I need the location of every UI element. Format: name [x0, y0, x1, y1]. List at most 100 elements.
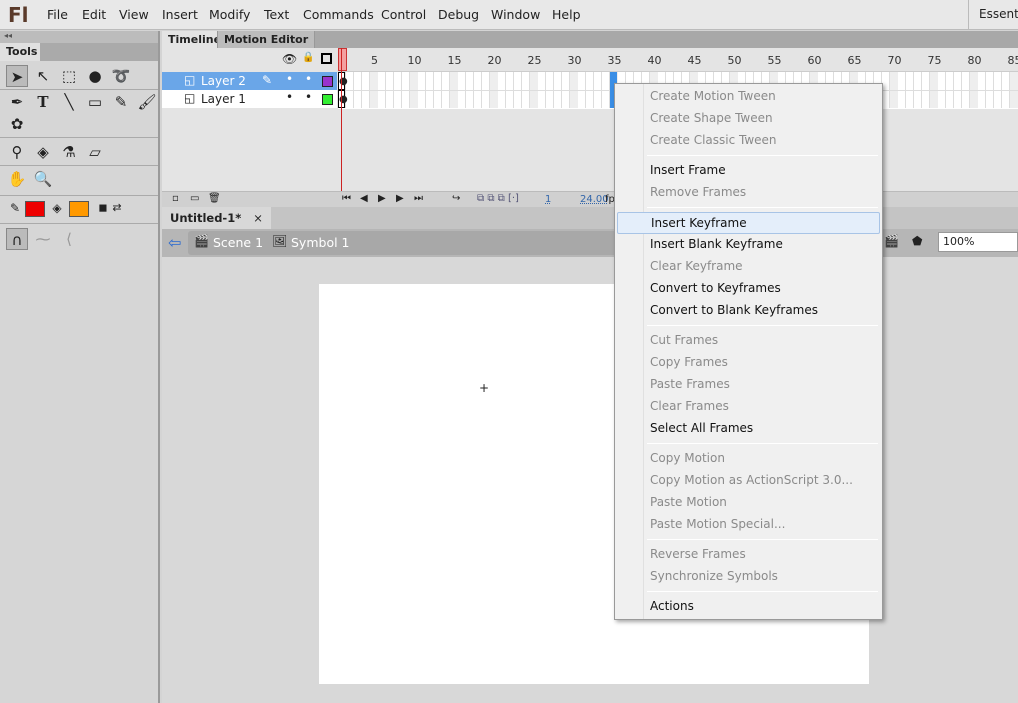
3d-rotation-tool-icon[interactable]: ●: [84, 65, 106, 87]
workspace-switcher[interactable]: Essentials: [968, 0, 1018, 30]
menu-item-clear-frames[interactable]: Clear Frames: [617, 396, 880, 418]
menu-item-create-classic-tween[interactable]: Create Classic Tween: [617, 130, 880, 152]
paint-bucket-tool-icon[interactable]: ◈: [32, 141, 54, 163]
menu-item-convert-to-blank-keyframes[interactable]: Convert to Blank Keyframes: [617, 300, 880, 322]
menu-item-cut-frames[interactable]: Cut Frames: [617, 330, 880, 352]
playhead-marker[interactable]: [338, 48, 347, 71]
menu-item-create-motion-tween[interactable]: Create Motion Tween: [617, 86, 880, 108]
snap-to-objects-icon[interactable]: ∩: [6, 228, 28, 250]
tools-tab[interactable]: Tools: [0, 43, 40, 61]
menu-item-clear-keyframe[interactable]: Clear Keyframe: [617, 256, 880, 278]
menu-item-create-shape-tween[interactable]: Create Shape Tween: [617, 108, 880, 130]
eye-icon[interactable]: 👁: [282, 52, 297, 66]
menu-item-paste-motion[interactable]: Paste Motion: [617, 492, 880, 514]
menu-help[interactable]: Help: [552, 7, 581, 22]
menu-insert[interactable]: Insert: [162, 7, 198, 22]
lock-icon[interactable]: 🔒: [302, 52, 314, 63]
menu-control[interactable]: Control: [381, 7, 426, 22]
visibility-dot[interactable]: •: [286, 72, 293, 86]
text-tool-icon[interactable]: T: [32, 91, 54, 113]
layer-name[interactable]: Layer 1: [201, 92, 246, 106]
rectangle-tool-icon[interactable]: ▭: [84, 91, 106, 113]
menu-item-reverse-frames[interactable]: Reverse Frames: [617, 544, 880, 566]
play-icon[interactable]: ▶: [378, 193, 386, 204]
stroke-color-swatch[interactable]: [25, 201, 45, 217]
pencil-tool-icon[interactable]: ✎: [110, 91, 132, 113]
selection-tool-icon[interactable]: ➤: [6, 65, 28, 87]
delete-layer-icon[interactable]: 🗑: [208, 193, 221, 204]
smooth-icon[interactable]: ⁓: [32, 228, 54, 250]
step-back-icon[interactable]: ◀: [360, 193, 368, 204]
new-layer-icon[interactable]: ▫: [172, 193, 179, 204]
subselection-tool-icon[interactable]: ↖: [32, 65, 54, 87]
swap-colors-icon[interactable]: ⇄: [106, 197, 128, 219]
registration-point-icon: +: [479, 381, 490, 395]
ruler-label: 35: [607, 54, 622, 67]
document-tab[interactable]: Untitled-1* ×: [162, 207, 271, 229]
free-transform-tool-icon[interactable]: ⬚: [58, 65, 80, 87]
zoom-tool-icon[interactable]: 🔍: [32, 168, 54, 190]
last-frame-icon[interactable]: ⏭: [414, 193, 423, 204]
current-frame[interactable]: 1: [545, 194, 551, 205]
menu-item-select-all-frames[interactable]: Select All Frames: [617, 418, 880, 440]
menu-commands[interactable]: Commands: [303, 7, 374, 22]
tab-motion-editor[interactable]: Motion Editor: [217, 31, 316, 48]
fill-color-swatch[interactable]: [69, 201, 89, 217]
new-folder-icon[interactable]: ▭: [190, 193, 199, 204]
menu-item-copy-motion-as-actionscript-3-0[interactable]: Copy Motion as ActionScript 3.0...: [617, 470, 880, 492]
edit-symbols-icon[interactable]: ⬟: [912, 234, 922, 248]
menu-item-insert-keyframe[interactable]: Insert Keyframe: [617, 212, 880, 234]
pencil-icon: ✎: [262, 73, 273, 87]
menu-modify[interactable]: Modify: [209, 7, 250, 22]
layer-icon: ◱: [184, 73, 196, 87]
menu-item-actions[interactable]: Actions: [617, 596, 880, 618]
layer-row[interactable]: ◱ Layer 1 • •: [162, 90, 337, 108]
deco-tool-icon[interactable]: ✿: [6, 113, 28, 135]
menu-item-remove-frames[interactable]: Remove Frames: [617, 182, 880, 204]
loop-icon[interactable]: ↪: [452, 193, 460, 204]
menu-item-insert-blank-keyframe[interactable]: Insert Blank Keyframe: [617, 234, 880, 256]
menu-item-copy-motion[interactable]: Copy Motion: [617, 448, 880, 470]
menu-item-insert-frame[interactable]: Insert Frame: [617, 160, 880, 182]
back-arrow-icon[interactable]: ⇦: [168, 233, 181, 252]
menu-item-synchronize-symbols[interactable]: Synchronize Symbols: [617, 566, 880, 588]
frame-ruler[interactable]: 1510152025303540455055606570758085: [338, 48, 1018, 72]
layer-row[interactable]: ◱ Layer 2 ✎ • •: [162, 72, 337, 90]
menu-text[interactable]: Text: [264, 7, 289, 22]
visibility-dot[interactable]: •: [286, 90, 293, 104]
layer-color-swatch[interactable]: [322, 94, 333, 105]
bone-tool-icon[interactable]: ⚲: [6, 141, 28, 163]
menu-edit[interactable]: Edit: [82, 7, 106, 22]
menu-view[interactable]: View: [119, 7, 149, 22]
menu-item-copy-frames[interactable]: Copy Frames: [617, 352, 880, 374]
eyedropper-tool-icon[interactable]: ⚗: [58, 141, 80, 163]
menu-item-convert-to-keyframes[interactable]: Convert to Keyframes: [617, 278, 880, 300]
line-tool-icon[interactable]: ╲: [58, 91, 80, 113]
zoom-input[interactable]: 100%: [938, 232, 1018, 252]
hand-tool-icon[interactable]: ✋: [6, 168, 28, 190]
straighten-icon[interactable]: ⟨: [58, 228, 80, 250]
ruler-label: 70: [887, 54, 902, 67]
first-frame-icon[interactable]: ⏮: [342, 193, 351, 204]
lock-dot[interactable]: •: [305, 72, 312, 86]
menu-file[interactable]: File: [47, 7, 68, 22]
menu-debug[interactable]: Debug: [438, 7, 479, 22]
menu-item-paste-frames[interactable]: Paste Frames: [617, 374, 880, 396]
menu-window[interactable]: Window: [491, 7, 540, 22]
menu-item-paste-motion-special[interactable]: Paste Motion Special...: [617, 514, 880, 536]
collapse-panel-icon[interactable]: ◂◂: [0, 31, 158, 43]
brush-tool-icon[interactable]: 🖌: [136, 91, 158, 113]
step-forward-icon[interactable]: ▶: [396, 193, 404, 204]
breadcrumb-scene[interactable]: Scene 1: [213, 235, 263, 250]
layer-color-swatch[interactable]: [322, 76, 333, 87]
edit-scene-icon[interactable]: 🎬: [884, 234, 899, 248]
breadcrumb-symbol[interactable]: Symbol 1: [291, 235, 350, 250]
close-tab-icon[interactable]: ×: [253, 211, 263, 225]
lasso-tool-icon[interactable]: ➰: [110, 65, 132, 87]
pen-tool-icon[interactable]: ✒: [6, 91, 28, 113]
lock-dot[interactable]: •: [305, 90, 312, 104]
onion-skin-icon[interactable]: ⧉ ⧉ ⧉ [·]: [477, 193, 519, 204]
outline-icon[interactable]: [321, 53, 332, 64]
eraser-tool-icon[interactable]: ▱: [84, 141, 106, 163]
layer-name[interactable]: Layer 2: [201, 74, 246, 88]
